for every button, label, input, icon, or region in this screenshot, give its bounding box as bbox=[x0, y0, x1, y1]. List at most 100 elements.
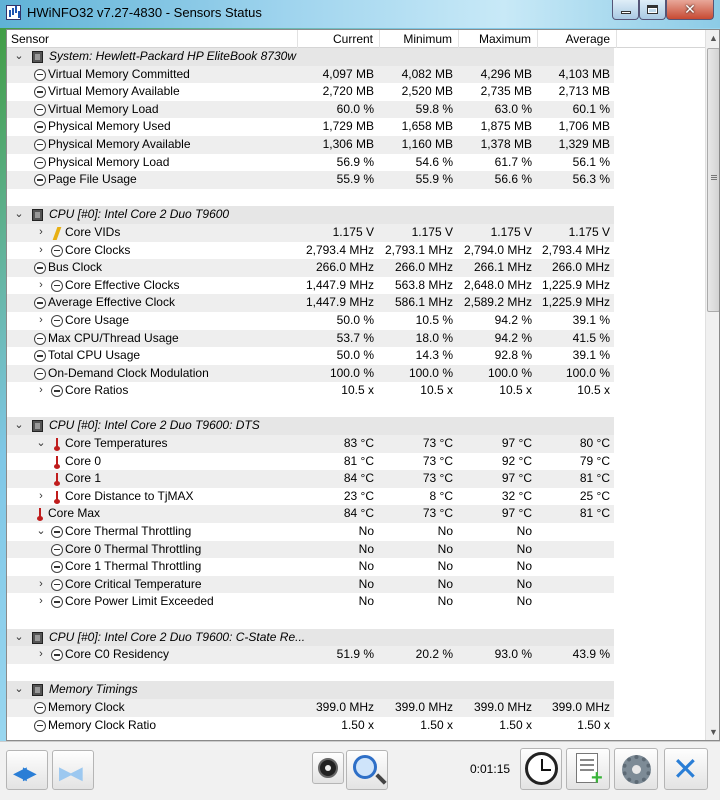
sensor-row[interactable]: › Core Power Limit Exceeded No No No bbox=[7, 593, 705, 611]
gauge-icon bbox=[34, 68, 46, 81]
sensor-row[interactable]: Physical Memory Load 56.9 % 54.6 % 61.7 % 56… bbox=[7, 154, 705, 172]
sensor-row[interactable]: Average Effective Clock 1,447.9 MHz 586.1 … bbox=[7, 294, 705, 312]
expand-arrow-icon[interactable]: › bbox=[35, 382, 47, 400]
settings-button[interactable] bbox=[614, 748, 658, 790]
current-value: 60.0 % bbox=[336, 101, 374, 116]
expand-arrow-icon[interactable]: › bbox=[35, 593, 47, 611]
current-value: 1,447.9 MHz bbox=[305, 295, 374, 310]
sensor-label: Core Distance to TjMAX bbox=[65, 488, 194, 503]
sensor-row[interactable]: › Core Clocks 2,793.4 MHz 2,793.1 MHz 2,794.… bbox=[7, 242, 705, 260]
current-value: 2,793.4 MHz bbox=[305, 242, 374, 257]
current-value: 266.0 MHz bbox=[315, 260, 374, 275]
minimize-button[interactable] bbox=[612, 0, 639, 20]
sensor-row[interactable]: › Core Ratios 10.5 x 10.5 x 10.5 x 10.5 x bbox=[7, 382, 705, 400]
minimize-icon bbox=[620, 11, 631, 14]
minimum-value: 8 °C bbox=[429, 488, 453, 503]
sensor-row[interactable]: › Core Effective Clocks 1,447.9 MHz 563.8 M… bbox=[7, 277, 705, 295]
sensor-group-row[interactable]: ⌄ Memory Timings bbox=[7, 681, 705, 699]
sensor-row[interactable]: Bus Clock 266.0 MHz 266.0 MHz 266.1 MHz 266.… bbox=[7, 259, 705, 277]
expand-arrow-icon[interactable]: ⌄ bbox=[13, 206, 25, 224]
sensor-label: Core C0 Residency bbox=[65, 647, 170, 662]
sensor-row[interactable]: Max CPU/Thread Usage 53.7 % 18.0 % 94.2 % 41… bbox=[7, 329, 705, 348]
close-sensors-button[interactable]: ✕ bbox=[664, 748, 708, 790]
sensor-label: Max CPU/Thread Usage bbox=[48, 330, 179, 345]
column-average[interactable]: Average bbox=[538, 30, 617, 48]
expand-arrow-icon[interactable]: ⌄ bbox=[13, 417, 25, 435]
maximum-value: 2,589.2 MHz bbox=[463, 295, 532, 310]
maximum-value: 399.0 MHz bbox=[473, 699, 532, 714]
minimum-value: 1.50 x bbox=[420, 717, 453, 732]
navigate-right-button[interactable]: ▶◀ bbox=[52, 750, 94, 790]
fan-control-button[interactable] bbox=[312, 752, 344, 784]
scrollbar-thumb[interactable] bbox=[707, 48, 719, 312]
sensor-row[interactable]: Physical Memory Available 1,306 MB 1,160 M… bbox=[7, 135, 705, 154]
current-value: 1,306 MB bbox=[322, 136, 374, 151]
expand-arrow-icon[interactable]: › bbox=[35, 488, 47, 506]
sensor-group-row[interactable]: ⌄ CPU [#0]: Intel Core 2 Duo T9600: DTS bbox=[7, 417, 705, 436]
sensor-row[interactable]: Memory Clock 399.0 MHz 399.0 MHz 399.0 MHz 3… bbox=[7, 698, 705, 717]
expand-arrow-icon[interactable]: › bbox=[35, 277, 47, 295]
close-window-button[interactable]: ✕ bbox=[666, 0, 714, 20]
expand-arrow-icon[interactable]: ⌄ bbox=[13, 629, 25, 647]
gauge-icon bbox=[51, 543, 63, 556]
expand-arrow-icon[interactable]: › bbox=[35, 224, 47, 242]
maximize-button[interactable] bbox=[639, 0, 666, 20]
minimum-value: 55.9 % bbox=[415, 172, 453, 187]
expand-arrow-icon[interactable]: › bbox=[35, 646, 47, 664]
sensor-row[interactable]: ⌄ Core Temperatures 83 °C 73 °C 97 °C 80 °C bbox=[7, 435, 705, 453]
collapse-arrow-icon[interactable]: ⌄ bbox=[35, 523, 47, 541]
sensor-row[interactable]: Total CPU Usage 50.0 % 14.3 % 92.8 % 39.1 % bbox=[7, 347, 705, 365]
sensor-row[interactable]: Virtual Memory Committed 4,097 MB 4,082 MB… bbox=[7, 65, 705, 84]
sensor-row[interactable]: Core 1 84 °C 73 °C 97 °C 81 °C bbox=[7, 470, 705, 488]
gauge-icon bbox=[34, 103, 46, 116]
expand-arrow-icon[interactable]: › bbox=[35, 312, 47, 330]
minimum-value: 20.2 % bbox=[415, 647, 453, 662]
column-current[interactable]: Current bbox=[298, 30, 380, 48]
sensor-row[interactable]: On-Demand Clock Modulation 100.0 % 100.0 %… bbox=[7, 364, 705, 383]
maximum-value: 97 °C bbox=[501, 506, 532, 521]
sensor-row[interactable]: › Core C0 Residency 51.9 % 20.2 % 93.0 % 43.9… bbox=[7, 646, 705, 664]
logging-button[interactable]: + bbox=[566, 748, 610, 790]
sensor-row[interactable]: Virtual Memory Available 2,720 MB 2,520 MB… bbox=[7, 83, 705, 101]
monitor-button[interactable] bbox=[346, 750, 388, 790]
scroll-down-arrow-icon[interactable]: ▼ bbox=[706, 724, 719, 740]
sensor-label: Virtual Memory Committed bbox=[48, 66, 190, 81]
thermometer-icon bbox=[54, 490, 60, 504]
sensor-row[interactable]: › Core Distance to TjMAX 23 °C 8 °C 32 °C 25 … bbox=[7, 488, 705, 506]
sensor-row[interactable]: Core Max 84 °C 73 °C 97 °C 81 °C bbox=[7, 505, 705, 524]
expand-arrow-icon[interactable]: ⌄ bbox=[13, 48, 25, 66]
current-value: 50.0 % bbox=[336, 348, 374, 363]
sensor-group-row[interactable]: ⌄ System: Hewlett-Packard HP EliteBook 87… bbox=[7, 48, 705, 66]
sensor-row[interactable]: Page File Usage 55.9 % 55.9 % 56.6 % 56.3 % bbox=[7, 171, 705, 189]
sensor-row[interactable]: ⌄ Core Thermal Throttling No No No bbox=[7, 523, 705, 541]
maximum-value: 100.0 % bbox=[487, 365, 532, 380]
sensor-group-row[interactable]: ⌄ CPU [#0]: Intel Core 2 Duo T9600 bbox=[7, 206, 705, 224]
sensor-row[interactable]: Virtual Memory Load 60.0 % 59.8 % 63.0 % 60.… bbox=[7, 100, 705, 119]
minimum-value: 100.0 % bbox=[408, 365, 453, 380]
sensor-label: Page File Usage bbox=[48, 172, 137, 187]
sensor-label: Core 0 bbox=[65, 453, 102, 468]
sensor-row[interactable]: Core 0 81 °C 73 °C 92 °C 79 °C bbox=[7, 453, 705, 471]
column-minimum[interactable]: Minimum bbox=[380, 30, 459, 48]
expand-arrow-icon[interactable]: › bbox=[35, 576, 47, 594]
sensor-group-row[interactable]: ⌄ CPU [#0]: Intel Core 2 Duo T9600: C-Sta… bbox=[7, 628, 705, 647]
average-value: 10.5 x bbox=[577, 383, 610, 398]
navigate-left-button[interactable]: ◀▶ bbox=[6, 750, 48, 790]
column-maximum[interactable]: Maximum bbox=[459, 30, 538, 48]
sensor-row[interactable]: Core 0 Thermal Throttling No No No bbox=[7, 540, 705, 559]
sensor-row[interactable]: Core 1 Thermal Throttling No No No bbox=[7, 558, 705, 576]
column-sensor[interactable]: Sensor bbox=[7, 30, 298, 48]
expand-arrow-icon[interactable]: › bbox=[35, 242, 47, 260]
sensor-row[interactable]: › Core VIDs 1.175 V 1.175 V 1.175 V 1.175 V bbox=[7, 223, 705, 242]
expand-arrow-icon[interactable]: ⌄ bbox=[13, 681, 25, 699]
reset-timer-button[interactable] bbox=[520, 748, 562, 790]
spacer-row bbox=[7, 664, 705, 682]
collapse-arrow-icon[interactable]: ⌄ bbox=[35, 435, 47, 453]
sensor-row[interactable]: Memory Clock Ratio 1.50 x 1.50 x 1.50 x 1.50… bbox=[7, 717, 705, 735]
sensor-row[interactable]: › Core Critical Temperature No No No bbox=[7, 575, 705, 594]
sensor-row[interactable]: › Core Usage 50.0 % 10.5 % 94.2 % 39.1 % bbox=[7, 312, 705, 330]
scroll-up-arrow-icon[interactable]: ▲ bbox=[706, 30, 719, 47]
minimum-value: 73 °C bbox=[422, 506, 453, 521]
vertical-scrollbar[interactable]: ▲ ▼ bbox=[705, 30, 719, 740]
sensor-row[interactable]: Physical Memory Used 1,729 MB 1,658 MB 1,87… bbox=[7, 118, 705, 136]
